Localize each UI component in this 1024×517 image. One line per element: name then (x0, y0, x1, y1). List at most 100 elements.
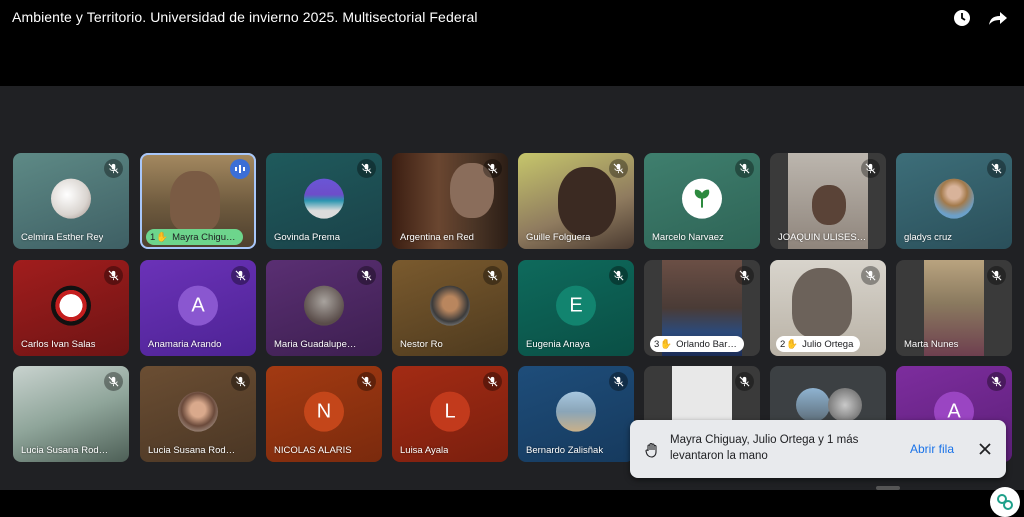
mic-off-icon (735, 372, 754, 391)
avatar (304, 285, 344, 326)
participant-tile[interactable]: Marcelo Narvaez (644, 153, 760, 249)
mic-off-icon (987, 372, 1006, 391)
participant-tile[interactable]: Nestor Ro (392, 260, 508, 356)
mic-off-icon (483, 159, 502, 178)
participant-video (672, 366, 732, 426)
mic-off-icon (104, 159, 123, 178)
participant-tile[interactable]: Celmira Esther Rey (13, 153, 129, 249)
mic-off-icon (609, 372, 628, 391)
avatar-initial: N (304, 391, 344, 432)
participant-tile[interactable]: A Anamaria Arando (140, 260, 256, 356)
avatar-initial: L (430, 391, 470, 432)
participant-tile[interactable]: gladys cruz (896, 153, 1012, 249)
participant-name: gladys cruz (904, 232, 953, 243)
participant-tile[interactable]: 3 ✋ Orlando Bar… (644, 260, 760, 356)
avatar (51, 178, 91, 219)
participant-tile[interactable]: Guille Folguera (518, 153, 634, 249)
share-icon[interactable] (988, 8, 1008, 28)
participant-name: Anamaria Arando (148, 339, 222, 350)
mic-off-icon (357, 372, 376, 391)
participant-tile[interactable]: Marta Nunes (896, 260, 1012, 356)
participant-tile[interactable]: Carlos Ivan Salas (13, 260, 129, 356)
mic-off-icon (987, 266, 1006, 285)
mic-off-icon (231, 372, 250, 391)
raised-hands-notification: Mayra Chiguay, Julio Ortega y 1 más leva… (630, 420, 1006, 478)
mic-off-icon (104, 372, 123, 391)
mic-off-icon (483, 372, 502, 391)
raised-hand-badge: 2 ✋ Julio Ortega (776, 336, 861, 352)
avatar (796, 388, 830, 422)
participant-tile[interactable]: Maria Guadalupe… (266, 260, 382, 356)
participant-name: Luisa Ayala (400, 445, 449, 456)
participant-name: Govinda Prema (274, 232, 341, 243)
participant-tile[interactable]: L Luisa Ayala (392, 366, 508, 462)
participant-tile[interactable]: Bernardo Zalisñak (518, 366, 634, 462)
close-icon[interactable] (978, 442, 992, 456)
scroll-indicator[interactable] (876, 486, 900, 490)
participant-name: Julio Ortega (802, 338, 854, 350)
mic-off-icon (987, 159, 1006, 178)
participant-name: Guille Folguera (526, 232, 591, 243)
mic-off-icon (861, 266, 880, 285)
participant-name: Marta Nunes (904, 339, 959, 350)
avatar (682, 178, 722, 219)
participant-tile[interactable]: Lucia Susana Rod… (13, 366, 129, 462)
participant-face (812, 185, 846, 225)
avatar (828, 388, 862, 422)
clock-icon[interactable] (952, 8, 972, 28)
app-logo (990, 487, 1020, 517)
participant-tile[interactable]: Govinda Prema (266, 153, 382, 249)
avatar (51, 285, 91, 326)
participant-name: Marcelo Narvaez (652, 232, 724, 243)
participant-name: Maria Guadalupe… (274, 339, 357, 350)
mic-off-icon (483, 266, 502, 285)
top-bar: Ambiente y Territorio. Universidad de in… (0, 0, 1024, 86)
hand-order: 2 (780, 338, 786, 350)
participant-tile-active[interactable]: 1 ✋ Mayra Chigu… (140, 153, 256, 249)
mic-off-icon (735, 266, 754, 285)
participant-video (792, 268, 852, 338)
raised-hand-icon: ✋ (660, 338, 673, 350)
raised-hand-badge: 1 ✋ Mayra Chigu… (146, 229, 243, 245)
video-title: Ambiente y Territorio. Universidad de in… (12, 9, 478, 25)
mic-off-icon (357, 159, 376, 178)
avatar-initial: A (178, 285, 218, 326)
avatar-initial: E (556, 285, 596, 326)
participant-name: Bernardo Zalisñak (526, 445, 604, 456)
participant-tile[interactable]: N NICOLAS ALARIS (266, 366, 382, 462)
hand-order: 3 (654, 338, 660, 350)
participant-tile[interactable]: 2 ✋ Julio Ortega (770, 260, 886, 356)
participant-video (170, 171, 220, 231)
participant-name: Lucia Susana Rod… (148, 445, 236, 456)
raised-hand-icon: ✋ (786, 338, 799, 350)
mic-off-icon (357, 266, 376, 285)
raised-hand-icon: ✋ (156, 231, 169, 243)
participant-tile[interactable]: E Eugenia Anaya (518, 260, 634, 356)
participant-grid: Celmira Esther Rey 1 ✋ Mayra Chigu… Govind… (0, 86, 1024, 490)
participant-tile[interactable]: Lucia Susana Rod… (140, 366, 256, 462)
notification-message: Mayra Chiguay, Julio Ortega y 1 más leva… (670, 434, 859, 462)
avatar (556, 391, 596, 432)
hand-order: 1 (150, 231, 156, 243)
logo-icon (694, 189, 710, 208)
mic-off-icon (104, 266, 123, 285)
participant-name: JOAQUIN ULISES… (778, 232, 867, 243)
participant-name: Carlos Ivan Salas (21, 339, 96, 350)
participant-name: Nestor Ro (400, 339, 443, 350)
raised-hand-badge: 3 ✋ Orlando Bar… (650, 336, 744, 352)
participant-tile[interactable]: JOAQUIN ULISES… (770, 153, 886, 249)
participant-name: Eugenia Anaya (526, 339, 590, 350)
mic-off-icon (231, 266, 250, 285)
avatar (304, 178, 344, 219)
mic-off-icon (735, 159, 754, 178)
avatar (934, 178, 974, 219)
participant-name: Mayra Chigu… (172, 231, 236, 243)
avatar (430, 285, 470, 326)
mic-off-icon (609, 266, 628, 285)
participant-name: Celmira Esther Rey (21, 232, 104, 243)
speaking-indicator-icon (230, 159, 250, 179)
participant-name: Orlando Bar… (676, 338, 737, 350)
participant-tile[interactable]: Argentina en Red (392, 153, 508, 249)
open-queue-button[interactable]: Abrir fila (910, 442, 954, 456)
logo-icon (997, 494, 1013, 510)
